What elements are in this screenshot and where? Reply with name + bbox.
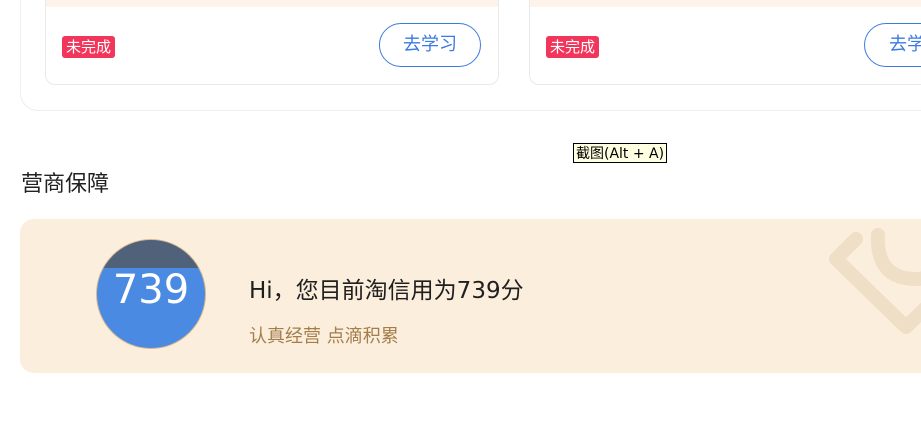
diamond-deco-icon: [829, 228, 921, 334]
status-badge: 未完成: [62, 36, 116, 58]
screenshot-tooltip: 截图(Alt + A): [573, 143, 668, 163]
go-study-button[interactable]: 去学习: [379, 23, 481, 67]
course-card[interactable]: 未完成 去学: [529, 0, 921, 85]
section-title: 营商保障: [21, 172, 110, 197]
course-card[interactable]: 未完成 去学习: [45, 0, 499, 85]
page: 未完成 去学习 未完成 去学 截图(Alt + A) 营商保障 739 Hi，您…: [0, 0, 921, 421]
score-circle-cap: [97, 240, 205, 268]
go-study-button[interactable]: 去学: [864, 23, 921, 67]
credit-score-value: 739: [112, 267, 190, 313]
credit-slogan: 认真经营 点滴积累: [249, 326, 399, 347]
card-header-strip: [46, 0, 498, 7]
credit-message: Hi，您目前淘信用为739分: [249, 278, 524, 304]
credit-banner[interactable]: 739 Hi，您目前淘信用为739分 认真经营 点滴积累: [20, 219, 921, 373]
card-header-strip: [530, 0, 921, 7]
credit-score-circle: 739: [96, 239, 206, 349]
status-badge: 未完成: [546, 36, 600, 58]
